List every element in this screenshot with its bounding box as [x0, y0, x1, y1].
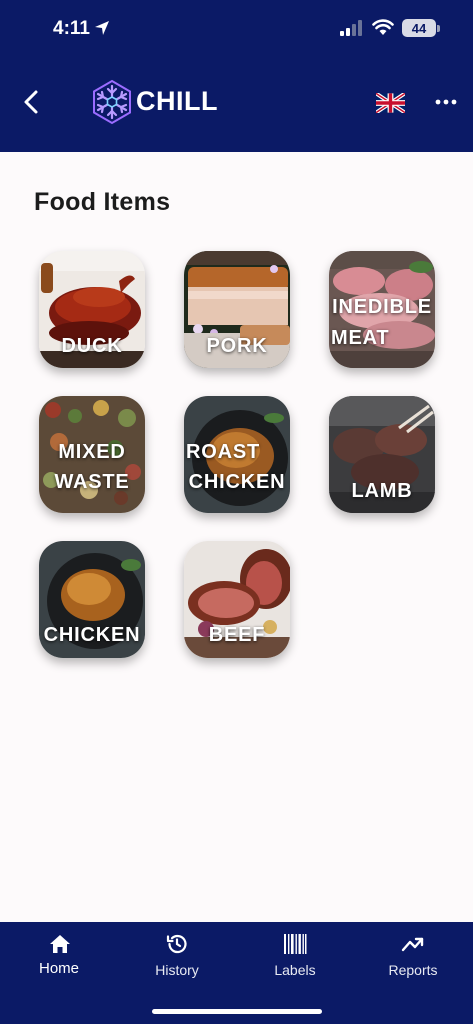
back-button[interactable]: [20, 88, 44, 116]
location-arrow-icon: [95, 21, 109, 35]
food-tile-inedible-meat[interactable]: INEDIBLE MEAT: [329, 251, 435, 368]
nav-item-reports[interactable]: Reports: [354, 922, 472, 1002]
more-options-icon[interactable]: [434, 95, 458, 109]
food-tile-chicken[interactable]: CHICKEN: [39, 541, 145, 658]
nav-item-labels[interactable]: Labels: [236, 922, 354, 1002]
nav-label-reports: Reports: [388, 962, 438, 978]
food-tile-pork[interactable]: PORK: [184, 251, 290, 368]
status-time: 4:11: [53, 18, 90, 39]
food-tile-label: INEDIBLE: [332, 296, 432, 318]
home-icon: [50, 935, 70, 953]
barcode-icon: [284, 934, 307, 954]
status-bar: 4:11 44: [0, 0, 473, 60]
battery-indicator: 44: [402, 19, 436, 37]
food-tile-lamb[interactable]: LAMB: [329, 396, 435, 513]
nav-item-history[interactable]: History: [118, 922, 236, 1002]
app-title: CHILL: [136, 86, 218, 116]
food-tile-beef[interactable]: BEEF: [184, 541, 290, 658]
food-tile-label: LAMB: [351, 480, 413, 502]
food-tile-label: BEEF: [208, 624, 266, 646]
trend-icon: [401, 937, 424, 952]
food-tile-label: MIXED: [58, 441, 126, 463]
nav-label-history: History: [155, 962, 199, 978]
food-tile-label: PORK: [206, 335, 268, 357]
history-icon: [166, 934, 187, 954]
food-tile-label: DUCK: [61, 335, 123, 357]
food-tile-roast-chicken[interactable]: ROAST CHICKEN: [184, 396, 290, 513]
page-title: Food Items: [34, 188, 171, 216]
nav-label-home: Home: [38, 960, 79, 977]
food-tile-label: CHICKEN: [188, 471, 286, 493]
battery-tip: [437, 25, 440, 32]
uk-flag-language-icon[interactable]: [376, 93, 405, 113]
food-tile-label: ROAST: [186, 441, 260, 463]
food-tile-mixed-waste[interactable]: MIXED WASTE: [39, 396, 145, 513]
food-tile-label: CHICKEN: [43, 624, 141, 646]
cellular-signal-icon: [340, 20, 362, 36]
snowflake-logo-icon: [93, 79, 131, 125]
nav-item-home[interactable]: Home: [0, 922, 118, 1002]
home-indicator: [152, 1009, 322, 1014]
app-header: 4:11 44 CHILL: [0, 0, 473, 152]
nav-label-labels: Labels: [274, 962, 316, 978]
wifi-icon: [372, 19, 394, 35]
food-tile-duck[interactable]: DUCK: [39, 251, 145, 368]
food-tile-label: MEAT: [331, 327, 390, 349]
battery-level: 44: [411, 20, 427, 36]
food-tile-label: WASTE: [54, 471, 130, 493]
